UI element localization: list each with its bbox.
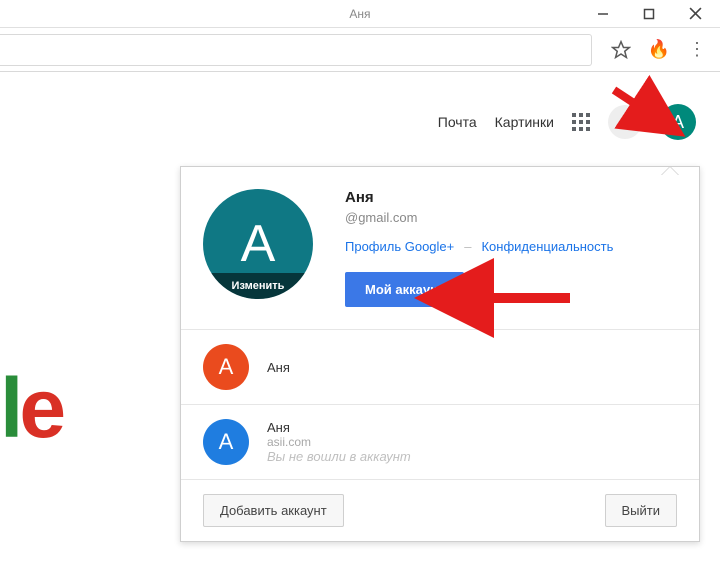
avatar-letter: А (241, 214, 276, 274)
popover-main-section: А Изменить Аня @gmail.com Профиль Google… (181, 167, 699, 329)
avatar-letter: А (219, 354, 234, 380)
account-row-note: Вы не вошли в аккаунт (267, 449, 411, 464)
account-email: @gmail.com (345, 210, 677, 225)
account-avatar-icon: А (203, 344, 249, 390)
logo-letter-l: l (0, 361, 19, 455)
account-links: Профиль Google+ – Конфиденциальность (345, 239, 677, 254)
avatar-letter: А (672, 112, 684, 133)
images-link[interactable]: Картинки (495, 114, 554, 130)
other-account-row[interactable]: А Аня (181, 329, 699, 404)
gmail-link[interactable]: Почта (438, 114, 477, 130)
sign-out-button[interactable]: Выйти (605, 494, 678, 527)
bookmark-star-icon[interactable] (604, 33, 638, 67)
my-account-label: Мой аккаунт (365, 282, 444, 297)
avatar-column: А Изменить (203, 189, 317, 307)
apps-grid-icon[interactable] (572, 113, 590, 131)
window-close-button[interactable] (672, 0, 718, 28)
other-account-row[interactable]: А Аня asii.com Вы не вошли в аккаунт (181, 404, 699, 479)
account-row-name: Аня (267, 360, 290, 375)
page-header: Почта Картинки А (0, 92, 720, 152)
privacy-link[interactable]: Конфиденциальность (481, 239, 613, 254)
browser-toolbar: 🔥 ⋮ (0, 28, 720, 72)
add-account-label: Добавить аккаунт (220, 503, 327, 518)
logo-letter-e: e (19, 361, 62, 455)
account-name: Аня (345, 189, 677, 206)
address-bar[interactable] (0, 34, 592, 66)
google-logo-fragment: le (0, 360, 62, 457)
window-maximize-button[interactable] (626, 0, 672, 28)
edit-avatar-button[interactable]: Изменить (203, 273, 313, 299)
account-row-email: asii.com (267, 435, 411, 449)
account-menu-popover: А Изменить Аня @gmail.com Профиль Google… (180, 166, 700, 542)
sign-out-label: Выйти (622, 503, 661, 518)
browser-menu-icon[interactable]: ⋮ (680, 33, 714, 67)
add-account-button[interactable]: Добавить аккаунт (203, 494, 344, 527)
profile-avatar-large[interactable]: А Изменить (203, 189, 313, 299)
account-row-name: Аня (267, 420, 411, 435)
separator: – (464, 239, 471, 254)
edit-avatar-label: Изменить (232, 280, 285, 292)
account-avatar[interactable]: А (660, 104, 696, 140)
notifications-bell-icon[interactable] (608, 105, 642, 139)
extension-icon[interactable]: 🔥 (642, 33, 676, 67)
window-minimize-button[interactable] (580, 0, 626, 28)
popover-footer: Добавить аккаунт Выйти (181, 479, 699, 541)
account-info-column: Аня @gmail.com Профиль Google+ – Конфиде… (345, 189, 677, 307)
avatar-letter: А (219, 429, 234, 455)
account-avatar-icon: А (203, 419, 249, 465)
window-titlebar: Аня (0, 0, 720, 28)
google-plus-profile-link[interactable]: Профиль Google+ (345, 239, 454, 254)
my-account-button[interactable]: Мой аккаунт (345, 272, 464, 307)
